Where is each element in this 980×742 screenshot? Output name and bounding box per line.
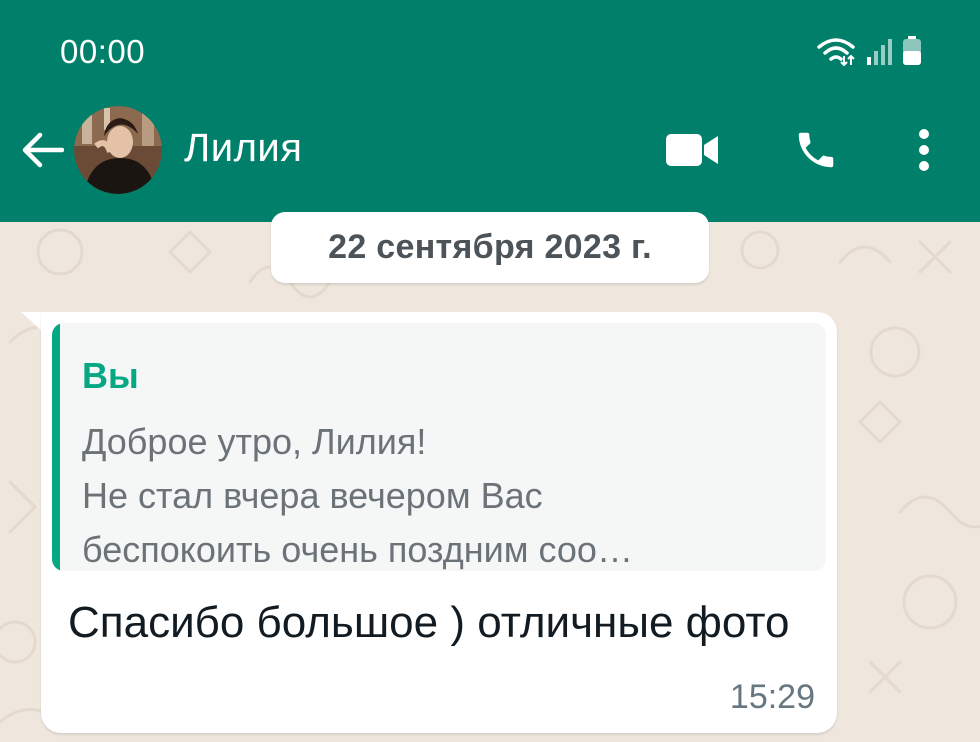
voice-call-icon [793,127,839,178]
more-vert-icon [917,128,931,177]
header: 00:00 Лилия [0,0,980,222]
quote-accent-bar [52,323,60,571]
video-call-icon [665,133,719,172]
app-bar: Лилия [0,100,980,200]
quoted-text: Доброе утро, Лилия! Не стал вчера вечеро… [82,421,633,570]
back-button[interactable] [16,128,68,176]
status-time: 00:00 [60,33,146,70]
message-text: Спасибо большое ) отличные фото [68,598,790,647]
voice-call-button[interactable] [786,122,846,182]
quoted-message[interactable]: Вы Доброе утро, Лилия! Не стал вчера веч… [52,323,826,571]
contact-name[interactable]: Лилия [184,126,302,171]
message-bubble[interactable]: Вы Доброе утро, Лилия! Не стал вчера веч… [41,312,837,733]
wifi-icon [816,36,856,71]
quoted-author: Вы [82,355,139,396]
battery-icon [902,36,922,71]
status-icons [816,36,922,71]
video-call-button[interactable] [662,122,722,182]
signal-icon [866,37,892,70]
chat-screen: 00:00 Лилия 22 сентября 2023 г. Вы Добро… [0,0,980,742]
message-time: 15:29 [729,678,815,716]
more-options-button[interactable] [894,122,954,182]
contact-avatar[interactable] [74,106,162,194]
date-divider: 22 сентября 2023 г. [271,212,709,283]
arrow-left-icon [20,130,65,175]
